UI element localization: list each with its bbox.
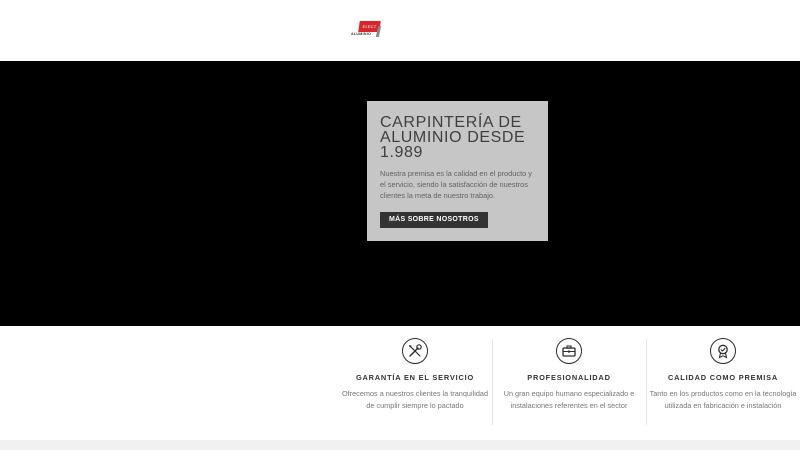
feature-title: PROFESIONALIDAD [527,373,611,382]
feature-quality: CALIDAD COMO PREMISA Tanto en los produc… [648,338,798,411]
features-section: GARANTÍA EN EL SERVICIO Ofrecemos a nues… [0,326,800,440]
feature-professionalism: PROFESIONALIDAD Un gran equipo humano es… [494,338,644,411]
logo-wordmark: ALUMINIO [351,32,372,36]
feature-divider [492,339,493,425]
feature-divider [646,339,647,425]
feature-guarantee: GARANTÍA EN EL SERVICIO Ofrecemos a nues… [340,338,490,411]
tools-icon [402,338,428,364]
award-icon [710,338,736,364]
feature-text: Tanto en los productos como en la tecnol… [649,389,797,410]
site-logo[interactable]: ELECT ALUMINIO [350,20,382,39]
hero-description: Nuestra premisa es la calidad en el prod… [380,169,532,200]
footer-strip [0,440,800,450]
site-header: ELECT ALUMINIO [0,0,800,61]
logo-mark [375,26,382,37]
hero-title: CARPINTERÍA DE ALUMINIO DESDE 1.989 [380,114,526,161]
about-us-button[interactable]: MÁS SOBRE NOSOTROS [380,212,488,228]
briefcase-icon [556,338,582,364]
feature-text: Ofrecemos a nuestros clientes la tranqui… [341,389,488,410]
hero-content-box: CARPINTERÍA DE ALUMINIO DESDE 1.989 Nues… [367,101,548,241]
feature-title: CALIDAD COMO PREMISA [667,373,779,382]
feature-text: Un gran equipo humano especializado e in… [503,389,635,410]
feature-title: GARANTÍA EN EL SERVICIO [355,373,475,382]
